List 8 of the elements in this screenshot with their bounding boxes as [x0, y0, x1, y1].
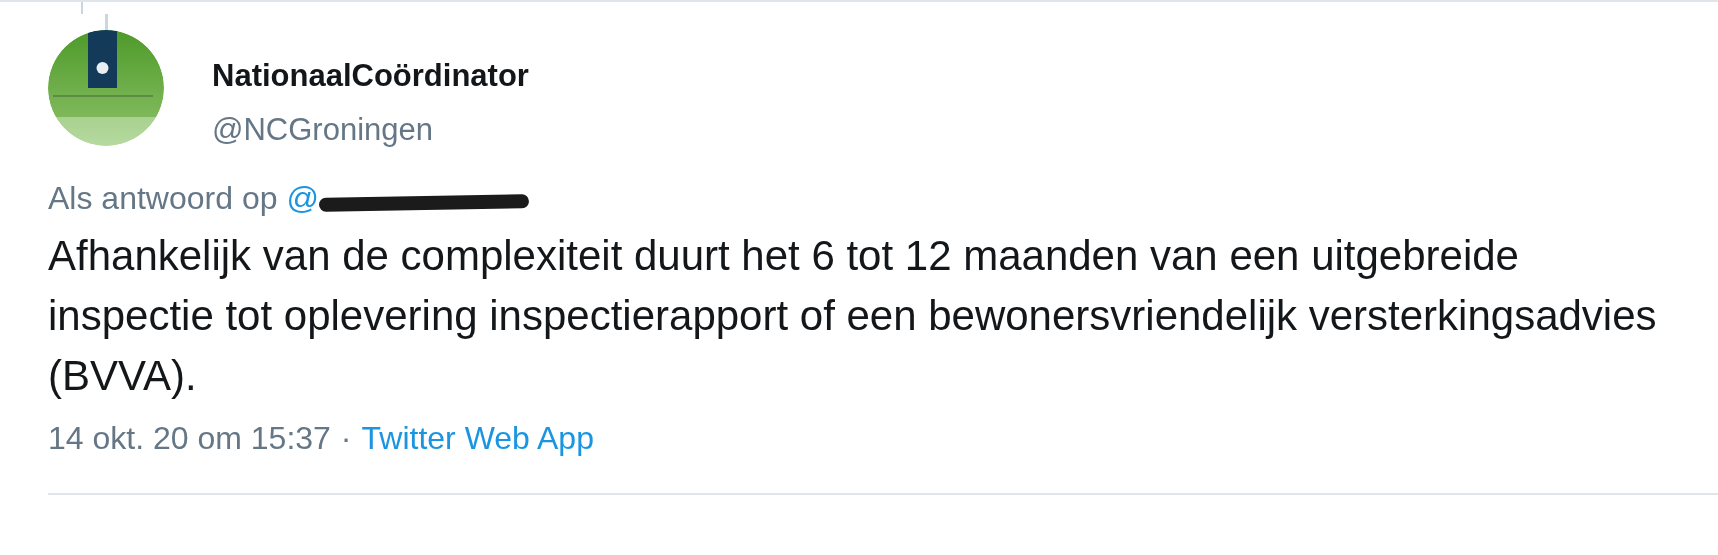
- timestamp[interactable]: 14 okt. 20 om 15:37: [48, 420, 331, 457]
- separator-dot: ·: [340, 420, 352, 457]
- reply-handle-link[interactable]: @: [286, 179, 319, 217]
- source-link[interactable]: Twitter Web App: [361, 420, 594, 457]
- author-name[interactable]: NationaalCoördinator: [212, 56, 529, 96]
- reply-label: Als antwoord op: [48, 179, 278, 217]
- tweet-text: Afhankelijk van de complexiteit duurt het 6 tot 12 maanden van een uitgebreide inspectie tot oplevering inspectierapport of een bewonersvriendelijk versterkingsadvies (BVVA).: [48, 231, 1658, 401]
- author-handle[interactable]: @NCGroningen: [212, 110, 529, 150]
